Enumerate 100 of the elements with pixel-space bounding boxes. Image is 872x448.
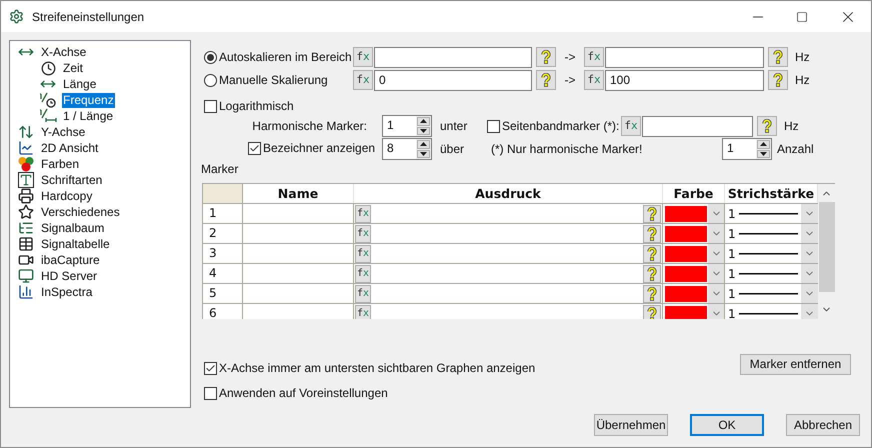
spin-field[interactable]: 1 [382, 115, 432, 137]
help-button[interactable] [768, 70, 788, 90]
tree-item[interactable]: Schriftarten [40, 172, 104, 188]
dropdown-button[interactable] [800, 204, 818, 223]
row-number: 5 [203, 284, 243, 303]
checkbox[interactable] [487, 120, 500, 132]
star-icon [18, 204, 34, 220]
question-icon [647, 226, 657, 240]
spin-up-icon[interactable] [417, 140, 430, 148]
tree-item[interactable]: Y-Achse [40, 124, 86, 140]
help-button[interactable] [757, 116, 777, 136]
spin-up-icon[interactable] [417, 117, 430, 126]
dialog-button[interactable]: Übernehmen [594, 414, 668, 436]
line-sample-icon [738, 252, 798, 254]
dropdown-button[interactable] [800, 224, 818, 243]
formula-field[interactable] [605, 46, 764, 68]
formula-button[interactable]: fx [621, 116, 641, 136]
tree-item[interactable]: Signaltabelle [40, 236, 111, 252]
spin-down-icon[interactable] [757, 150, 770, 158]
dialog-button[interactable]: OK [690, 414, 764, 436]
bar-chart-icon [18, 284, 34, 300]
column-header: Farbe [663, 184, 725, 203]
maximize-icon[interactable] [796, 10, 808, 22]
letter-icon [18, 172, 34, 188]
help-button[interactable] [643, 204, 661, 222]
radio-label: Autoskalieren im Bereich [219, 49, 352, 66]
spin-up-icon[interactable] [757, 140, 770, 148]
help-button[interactable] [536, 47, 556, 67]
help-button[interactable] [643, 284, 661, 302]
formula-button[interactable]: fx [355, 204, 371, 222]
clock-icon [40, 60, 56, 76]
tree-item[interactable]: X-Achse [40, 44, 88, 60]
formula-field[interactable]: 100 [605, 70, 764, 90]
tree-item[interactable]: Verschiedenes [40, 204, 121, 220]
tree-item[interactable]: InSpectra [40, 284, 94, 300]
below-label: unter [439, 118, 468, 135]
radio-button[interactable] [204, 74, 217, 86]
checkbox-label: Bezeichner anzeigen [263, 140, 376, 157]
checkbox[interactable] [204, 386, 217, 400]
formula-button[interactable]: fx [355, 284, 371, 302]
help-button[interactable] [643, 264, 661, 282]
spin-down-icon[interactable] [417, 150, 430, 158]
question-icon [647, 306, 657, 319]
tree-list-icon [18, 220, 34, 236]
question-icon [647, 206, 657, 220]
note-text: (*) Nur harmonische Marker! [491, 141, 644, 158]
tree-item[interactable]: 1 / Länge [62, 108, 114, 124]
checkbox[interactable] [204, 362, 217, 374]
tree-item[interactable]: 2D Ansicht [40, 140, 100, 156]
formula-button[interactable]: fx [355, 224, 371, 242]
spin-field[interactable]: 8 [382, 138, 432, 160]
dropdown-button[interactable] [800, 304, 818, 319]
help-button[interactable] [536, 70, 556, 90]
line-chart-icon [18, 140, 34, 156]
help-button[interactable] [768, 47, 788, 67]
tree-item[interactable]: HD Server [40, 268, 98, 284]
tree-item[interactable]: ibaCapture [40, 252, 101, 268]
window-title: Streifeneinstellungen [32, 8, 144, 26]
remove-markers-button[interactable]: Marker entfernen [740, 354, 851, 374]
formula-button[interactable]: fx [584, 47, 604, 67]
line-width-value: 1 [728, 286, 736, 302]
dropdown-button[interactable] [800, 264, 818, 283]
checkbox[interactable] [204, 100, 217, 112]
dropdown-button[interactable] [800, 284, 818, 303]
formula-field[interactable] [374, 46, 532, 68]
question-icon [541, 50, 551, 64]
question-icon [647, 286, 657, 300]
dropdown-button[interactable] [800, 244, 818, 263]
vertical-axis-icon [18, 124, 34, 140]
checkbox[interactable] [248, 142, 261, 154]
spin-down-icon[interactable] [417, 126, 430, 135]
formula-button[interactable]: fx [355, 264, 371, 282]
question-icon [647, 246, 657, 260]
formula-button[interactable]: fx [353, 47, 373, 67]
dialog-button[interactable]: Abbrechen [786, 414, 860, 436]
row-number: 2 [203, 224, 243, 243]
formula-button[interactable]: fx [584, 70, 604, 90]
line-width-value: 1 [728, 246, 736, 262]
formula-field[interactable] [642, 116, 753, 136]
monitor-icon [18, 268, 34, 284]
harmonic-label: Harmonische Marker: [251, 118, 367, 135]
checkbox-label: X-Achse immer am untersten sichtbaren Graphen anzeigen [219, 360, 536, 377]
tree-item[interactable]: Länge [62, 76, 98, 92]
formula-button[interactable]: fx [355, 304, 371, 319]
tree-item[interactable]: Signalbaum [40, 220, 106, 236]
tree-item[interactable]: Frequenz [62, 92, 115, 108]
radio-button[interactable] [204, 50, 217, 64]
spin-field[interactable]: 1 [722, 138, 772, 160]
tree-item[interactable]: Zeit [62, 60, 84, 76]
dropdown-button[interactable] [708, 304, 724, 319]
line-sample-icon [738, 212, 798, 214]
formula-button[interactable]: fx [353, 70, 373, 90]
scroll-thumb[interactable] [818, 202, 834, 292]
help-button[interactable] [643, 244, 661, 262]
help-button[interactable] [643, 224, 661, 242]
formula-button[interactable]: fx [355, 244, 371, 262]
formula-field[interactable]: 0 [374, 70, 532, 90]
tree-item[interactable]: Farben [40, 156, 80, 172]
help-button[interactable] [643, 304, 661, 319]
tree-item[interactable]: Hardcopy [40, 188, 94, 204]
